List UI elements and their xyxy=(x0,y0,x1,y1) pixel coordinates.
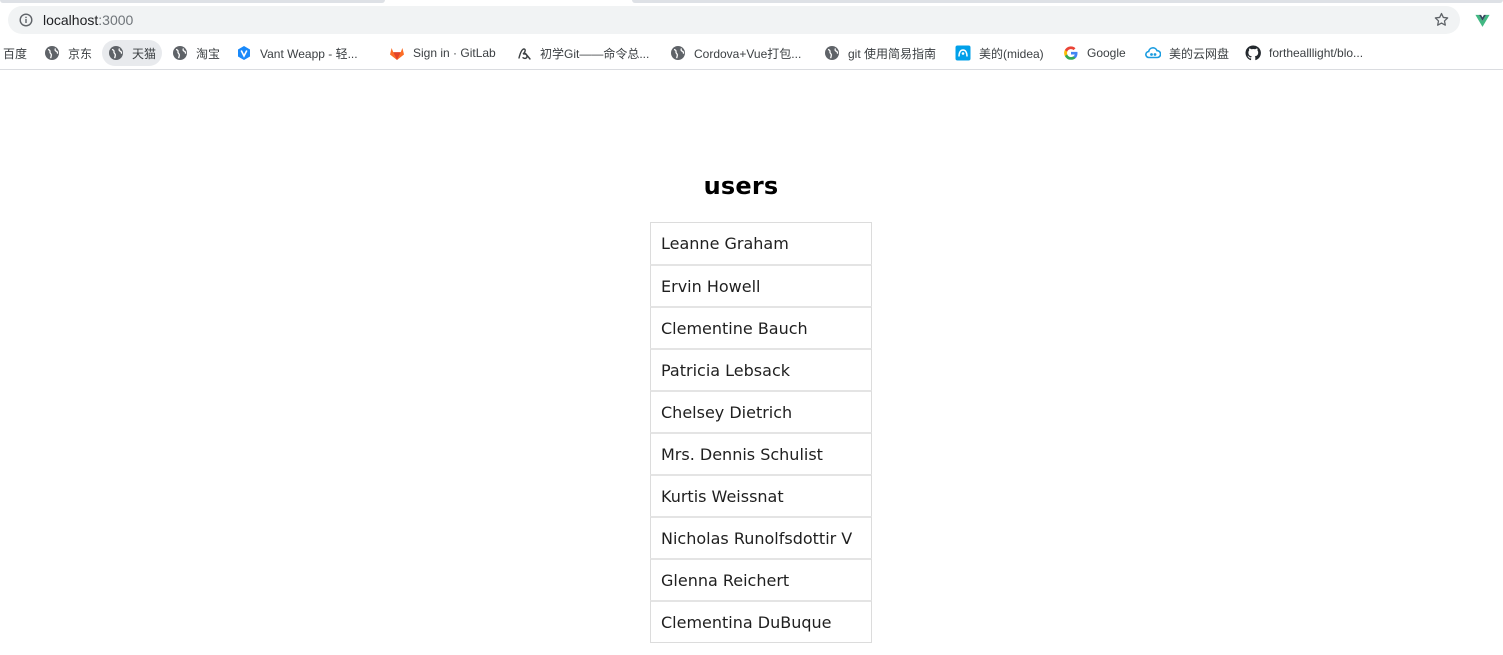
cloud-drive-icon xyxy=(1145,47,1161,59)
bookmark-baidu[interactable]: 百度 xyxy=(0,40,33,66)
vant-icon xyxy=(238,46,250,60)
bookmark-label: 初学Git——命令总... xyxy=(540,46,650,61)
vue-devtools-icon[interactable] xyxy=(1474,12,1491,29)
bookmark-label: Cordova+Vue打包... xyxy=(694,46,802,61)
bookmarks-bar: 百度 京东 天猫 淘宝 Vant Weapp - 轻... Sign in · … xyxy=(0,35,1503,70)
page-title: users xyxy=(703,172,779,200)
bookmark-tmall[interactable]: 天猫 xyxy=(102,40,163,66)
bookmark-label: Sign in · GitLab xyxy=(413,46,496,60)
bookmark-taobao[interactable]: 淘宝 xyxy=(166,40,226,66)
address-url[interactable]: localhost:3000 xyxy=(43,12,133,28)
google-icon xyxy=(1064,46,1078,60)
bookmark-star-icon[interactable] xyxy=(1433,11,1450,28)
user-list-item[interactable]: Nicholas Runolfsdottir V xyxy=(650,516,872,559)
bookmark-cordova-vue[interactable]: Cordova+Vue打包... xyxy=(664,40,807,66)
bookmark-label: git 使用简易指南 xyxy=(848,46,937,61)
user-list-item[interactable]: Kurtis Weissnat xyxy=(650,474,872,517)
bookmark-vant-weapp[interactable]: Vant Weapp - 轻... xyxy=(230,40,364,66)
globe-icon xyxy=(671,46,685,60)
user-list-item[interactable]: Leanne Graham xyxy=(650,222,872,265)
bookmark-git-guide[interactable]: git 使用简易指南 xyxy=(818,40,942,66)
globe-icon xyxy=(173,46,187,60)
user-list-item[interactable]: Patricia Lebsack xyxy=(650,348,872,391)
gitlab-icon xyxy=(390,48,404,60)
user-list: Leanne Graham Ervin Howell Clementine Ba… xyxy=(650,222,872,643)
bookmark-google[interactable]: Google xyxy=(1057,40,1132,66)
bookmark-label: 百度 xyxy=(3,46,28,61)
blog-icon xyxy=(518,48,531,60)
bookmark-gitlab[interactable]: Sign in · GitLab xyxy=(383,40,502,66)
github-icon xyxy=(1245,45,1261,61)
user-list-item[interactable]: Clementina DuBuque xyxy=(650,600,872,643)
user-list-item[interactable]: Clementine Bauch xyxy=(650,306,872,349)
user-list-item[interactable]: Ervin Howell xyxy=(650,264,872,307)
address-port: :3000 xyxy=(98,12,134,28)
address-host: localhost xyxy=(43,12,99,28)
midea-icon xyxy=(955,45,971,61)
browser-toolbar: localhost:3000 xyxy=(0,3,1503,35)
bookmark-label: 天猫 xyxy=(132,46,157,61)
globe-icon xyxy=(825,46,839,60)
bookmark-label: 淘宝 xyxy=(196,46,221,61)
user-list-item[interactable]: Mrs. Dennis Schulist xyxy=(650,432,872,475)
address-bar[interactable]: localhost:3000 xyxy=(8,6,1460,34)
bookmark-label: 美的云网盘 xyxy=(1169,46,1230,61)
bookmark-jd[interactable]: 京东 xyxy=(38,40,98,66)
bookmark-midea[interactable]: 美的(midea) xyxy=(949,40,1050,66)
bookmark-git-tutorial[interactable]: 初学Git——命令总... xyxy=(510,40,655,66)
globe-icon xyxy=(45,46,59,60)
user-list-item[interactable]: Chelsey Dietrich xyxy=(650,390,872,433)
globe-icon xyxy=(109,46,123,60)
bookmark-github[interactable]: forthealllight/blo... xyxy=(1239,40,1369,66)
bookmark-label: 京东 xyxy=(68,46,93,61)
user-list-item[interactable]: Glenna Reichert xyxy=(650,558,872,601)
bookmark-label: Google xyxy=(1087,46,1126,60)
bookmark-label: forthealllight/blo... xyxy=(1269,46,1364,60)
bookmark-label: Vant Weapp - 轻... xyxy=(260,46,358,61)
site-info-icon[interactable] xyxy=(19,13,33,27)
bookmark-label: 美的(midea) xyxy=(979,46,1044,61)
bookmark-midea-cloud-drive[interactable]: 美的云网盘 xyxy=(1139,40,1235,66)
